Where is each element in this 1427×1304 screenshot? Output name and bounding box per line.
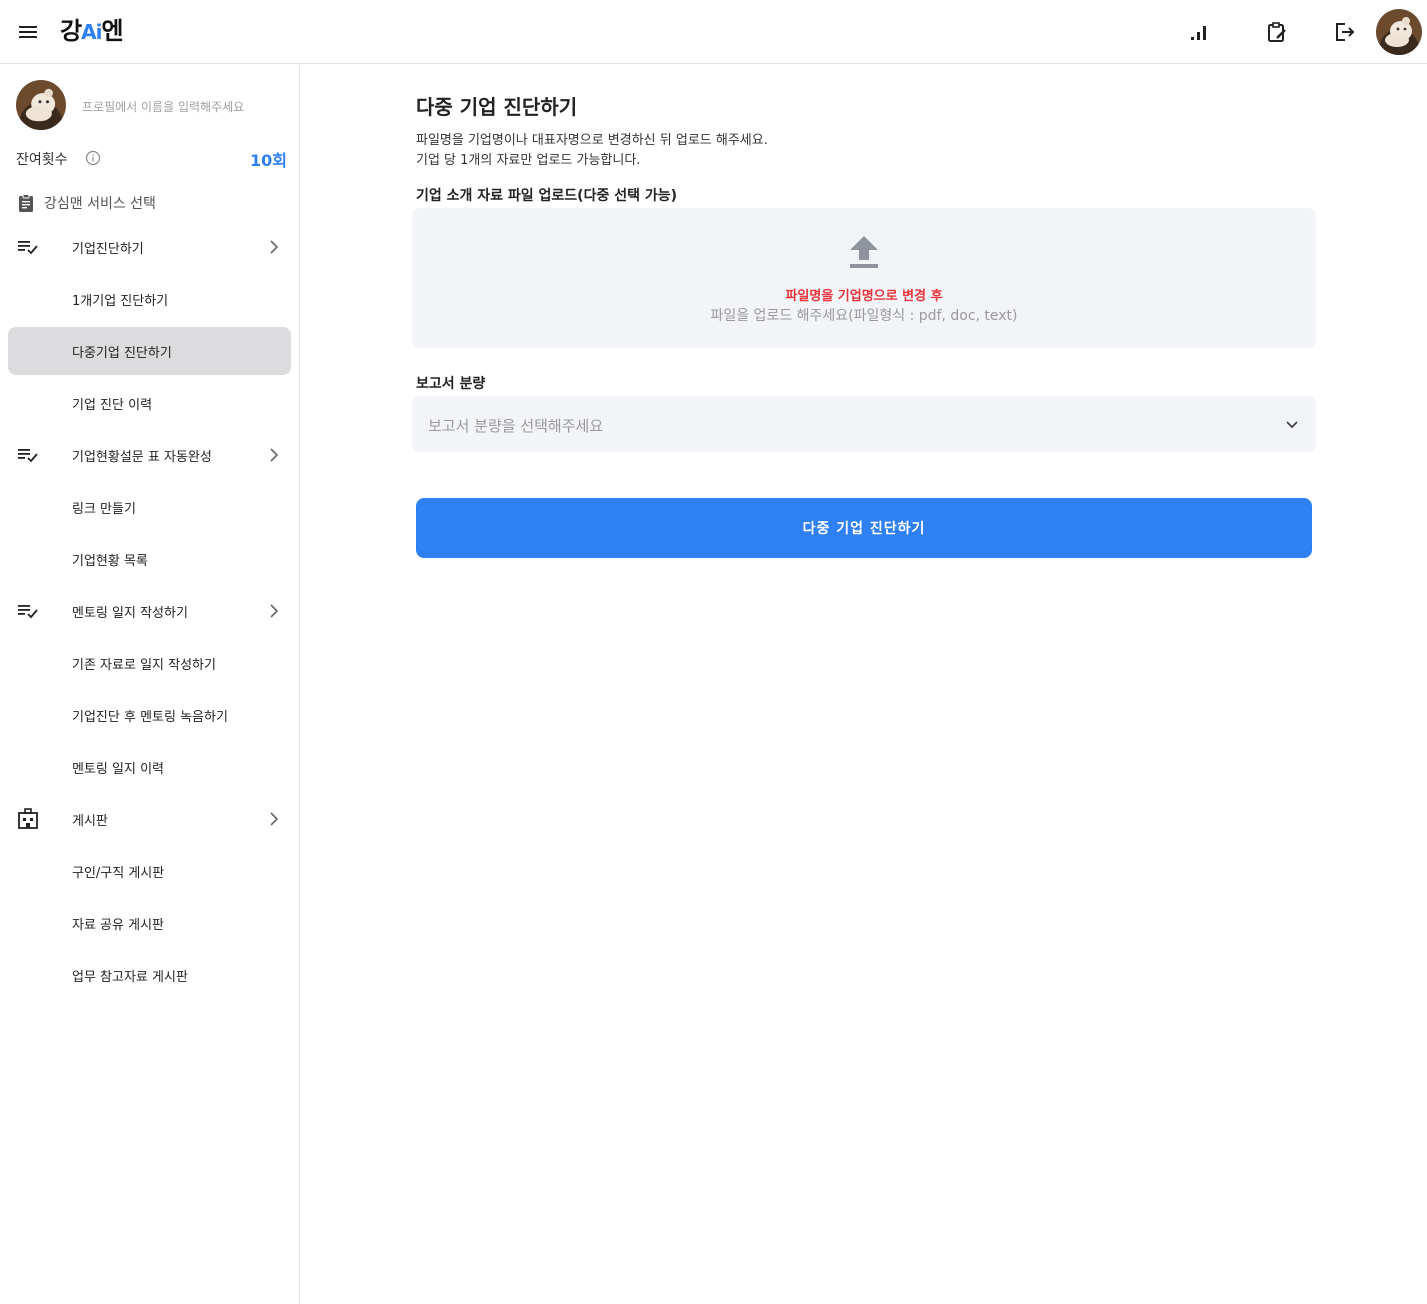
sidebar-item-company-status-list[interactable]: 기업현황 목록 xyxy=(8,535,291,583)
remain-count: 10회 xyxy=(250,151,287,170)
sidebar-item-journal-from-existing[interactable]: 기존 자료로 일지 작성하기 xyxy=(8,639,291,687)
checklist-icon xyxy=(16,599,40,623)
checklist-icon xyxy=(16,443,40,467)
report-length-label: 보고서 분량 xyxy=(416,376,486,392)
upload-label: 기업 소개 자료 파일 업로드(다중 선택 가능) xyxy=(416,188,678,204)
remain-label: 잔여횟수 xyxy=(16,152,68,168)
sidebar-item-mentoring-recording[interactable]: 기업진단 후 멘토링 녹음하기 xyxy=(8,691,291,739)
sidebar-item-make-link[interactable]: 링크 만들기 xyxy=(8,483,291,531)
logout-icon[interactable] xyxy=(1330,18,1358,46)
multi-diagnosis-submit-button[interactable]: 다중 기업 진단하기 xyxy=(416,498,1312,558)
upload-help: 파일을 업로드 해주세요(파일형식 : pdf, doc, text) xyxy=(710,308,1018,324)
sidebar-item-single-diagnosis[interactable]: 1개기업 진단하기 xyxy=(8,275,291,323)
report-length-placeholder: 보고서 분량을 선택해주세요 xyxy=(428,417,604,435)
sidebar: 프로필에서 이름을 입력해주세요 잔여횟수 10회 강심맨 서비스 선택 기업진… xyxy=(0,65,300,1304)
info-icon[interactable] xyxy=(85,150,101,166)
sidebar-item-reference-board[interactable]: 업무 참고자료 게시판 xyxy=(8,951,291,999)
menu-icon[interactable] xyxy=(14,18,42,46)
sidebar-item-mentoring-journal[interactable]: 멘토링 일지 작성하기 xyxy=(8,587,291,635)
description-line-2: 기업 당 1개의 자료만 업로드 가능합니다. xyxy=(416,153,641,168)
sidebar-item-diagnosis-history[interactable]: 기업 진단 이력 xyxy=(8,379,291,427)
top-bar: 강Ai엔 xyxy=(0,0,1427,64)
building-icon xyxy=(16,807,40,831)
profile-name-placeholder: 프로필에서 이름을 입력해주세요 xyxy=(82,100,245,114)
main-content: 다중 기업 진단하기 파일명을 기업명이나 대표자명으로 변경하신 뒤 업로드 … xyxy=(300,65,1427,1304)
avatar[interactable] xyxy=(1376,9,1422,55)
sidebar-item-share-board[interactable]: 자료 공유 게시판 xyxy=(8,899,291,947)
app-logo[interactable]: 강Ai엔 xyxy=(60,14,124,48)
chevron-right-icon xyxy=(262,235,286,259)
report-length-select[interactable]: 보고서 분량을 선택해주세요 xyxy=(412,396,1316,452)
clipboard-edit-icon[interactable] xyxy=(1263,18,1291,46)
sidebar-item-multi-diagnosis[interactable]: 다중기업 진단하기 xyxy=(8,327,291,375)
stats-icon[interactable] xyxy=(1186,18,1214,46)
page-title: 다중 기업 진단하기 xyxy=(416,95,578,119)
sidebar-item-job-board[interactable]: 구인/구직 게시판 xyxy=(8,847,291,895)
sidebar-item-journal-history[interactable]: 멘토링 일지 이력 xyxy=(8,743,291,791)
upload-icon xyxy=(848,234,880,270)
chevron-right-icon xyxy=(262,443,286,467)
chevron-down-icon xyxy=(1280,412,1304,436)
section-title: 강심맨 서비스 선택 xyxy=(16,193,156,213)
checklist-icon xyxy=(16,235,40,259)
upload-warning: 파일명을 기업명으로 변경 후 xyxy=(785,289,943,304)
chevron-right-icon xyxy=(262,807,286,831)
clipboard-icon xyxy=(19,194,33,212)
chevron-right-icon xyxy=(262,599,286,623)
sidebar-item-board[interactable]: 게시판 xyxy=(8,795,291,843)
description-line-1: 파일명을 기업명이나 대표자명으로 변경하신 뒤 업로드 해주세요. xyxy=(416,133,768,148)
file-dropzone[interactable]: 파일명을 기업명으로 변경 후 파일을 업로드 해주세요(파일형식 : pdf,… xyxy=(412,208,1316,348)
profile-avatar[interactable] xyxy=(16,80,66,130)
sidebar-item-company-diagnosis[interactable]: 기업진단하기 xyxy=(8,223,291,271)
sidebar-item-survey-autofill[interactable]: 기업현황설문 표 자동완성 xyxy=(8,431,291,479)
